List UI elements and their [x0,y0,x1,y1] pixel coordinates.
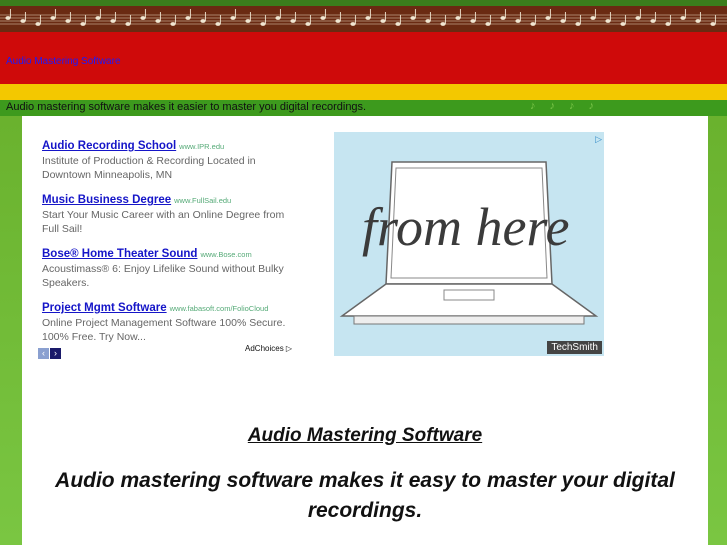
ad-item: Bose® Home Theater Sound www.Bose.com Aco… [42,244,304,290]
page-heading: Audio Mastering Software [247,425,483,446]
music-notes-decoration-icon: ♪♪♪♪ [530,100,608,112]
main-content: Audio Recording School www.IPR.edu Instit… [22,116,708,545]
banner-ad[interactable]: from here ▷ TechSmith [334,132,604,356]
site-tagline: Audio mastering software makes it easier… [6,101,367,113]
banner-headline: from here [362,197,570,257]
ad-next-button[interactable]: › [50,348,61,359]
ad-navigation: ‹ › [38,343,62,361]
page-subheading: Audio mastering software makes it easy t… [55,469,675,522]
ad-description: Start Your Music Career with an Online D… [42,209,285,235]
left-border [0,116,22,545]
ad-marker-icon[interactable]: ▷ [595,134,602,145]
right-border [708,116,727,545]
ad-description: Institute of Production & Recording Loca… [42,155,256,181]
header-yellow-band [0,84,727,100]
ad-description: Acoustimass® 6: Enjoy Lifelike Sound wit… [42,263,284,289]
ad-item: Audio Recording School www.IPR.edu Instit… [42,136,304,182]
ad-item: Music Business Degree www.FullSail.edu St… [42,190,304,236]
ad-title-link[interactable]: Music Business Degree [42,194,171,206]
adchoices-link[interactable]: AdChoices ▷ [245,344,292,353]
ad-title-link[interactable]: Project Mgmt Software [42,302,167,314]
ad-title-link[interactable]: Audio Recording School [42,140,176,152]
techsmith-logo: TechSmith [547,341,602,354]
text-ads: Audio Recording School www.IPR.edu Instit… [42,136,304,352]
ad-item: Project Mgmt Software www.fabasoft.com/Fo… [42,298,304,344]
ad-description: Online Project Management Software 100% … [42,317,286,343]
ad-title-link[interactable]: Bose® Home Theater Sound [42,248,197,260]
music-staff-icon [0,9,727,26]
ad-url[interactable]: www.Bose.com [200,250,251,259]
site-title-link[interactable]: Audio Mastering Software [6,56,121,67]
ad-url[interactable]: www.fabasoft.com/FolioCloud [170,304,269,313]
music-notes-strip [0,6,727,32]
ad-url[interactable]: www.FullSail.edu [174,196,231,205]
ad-url[interactable]: www.IPR.edu [179,142,224,151]
ad-prev-button[interactable]: ‹ [38,348,49,359]
